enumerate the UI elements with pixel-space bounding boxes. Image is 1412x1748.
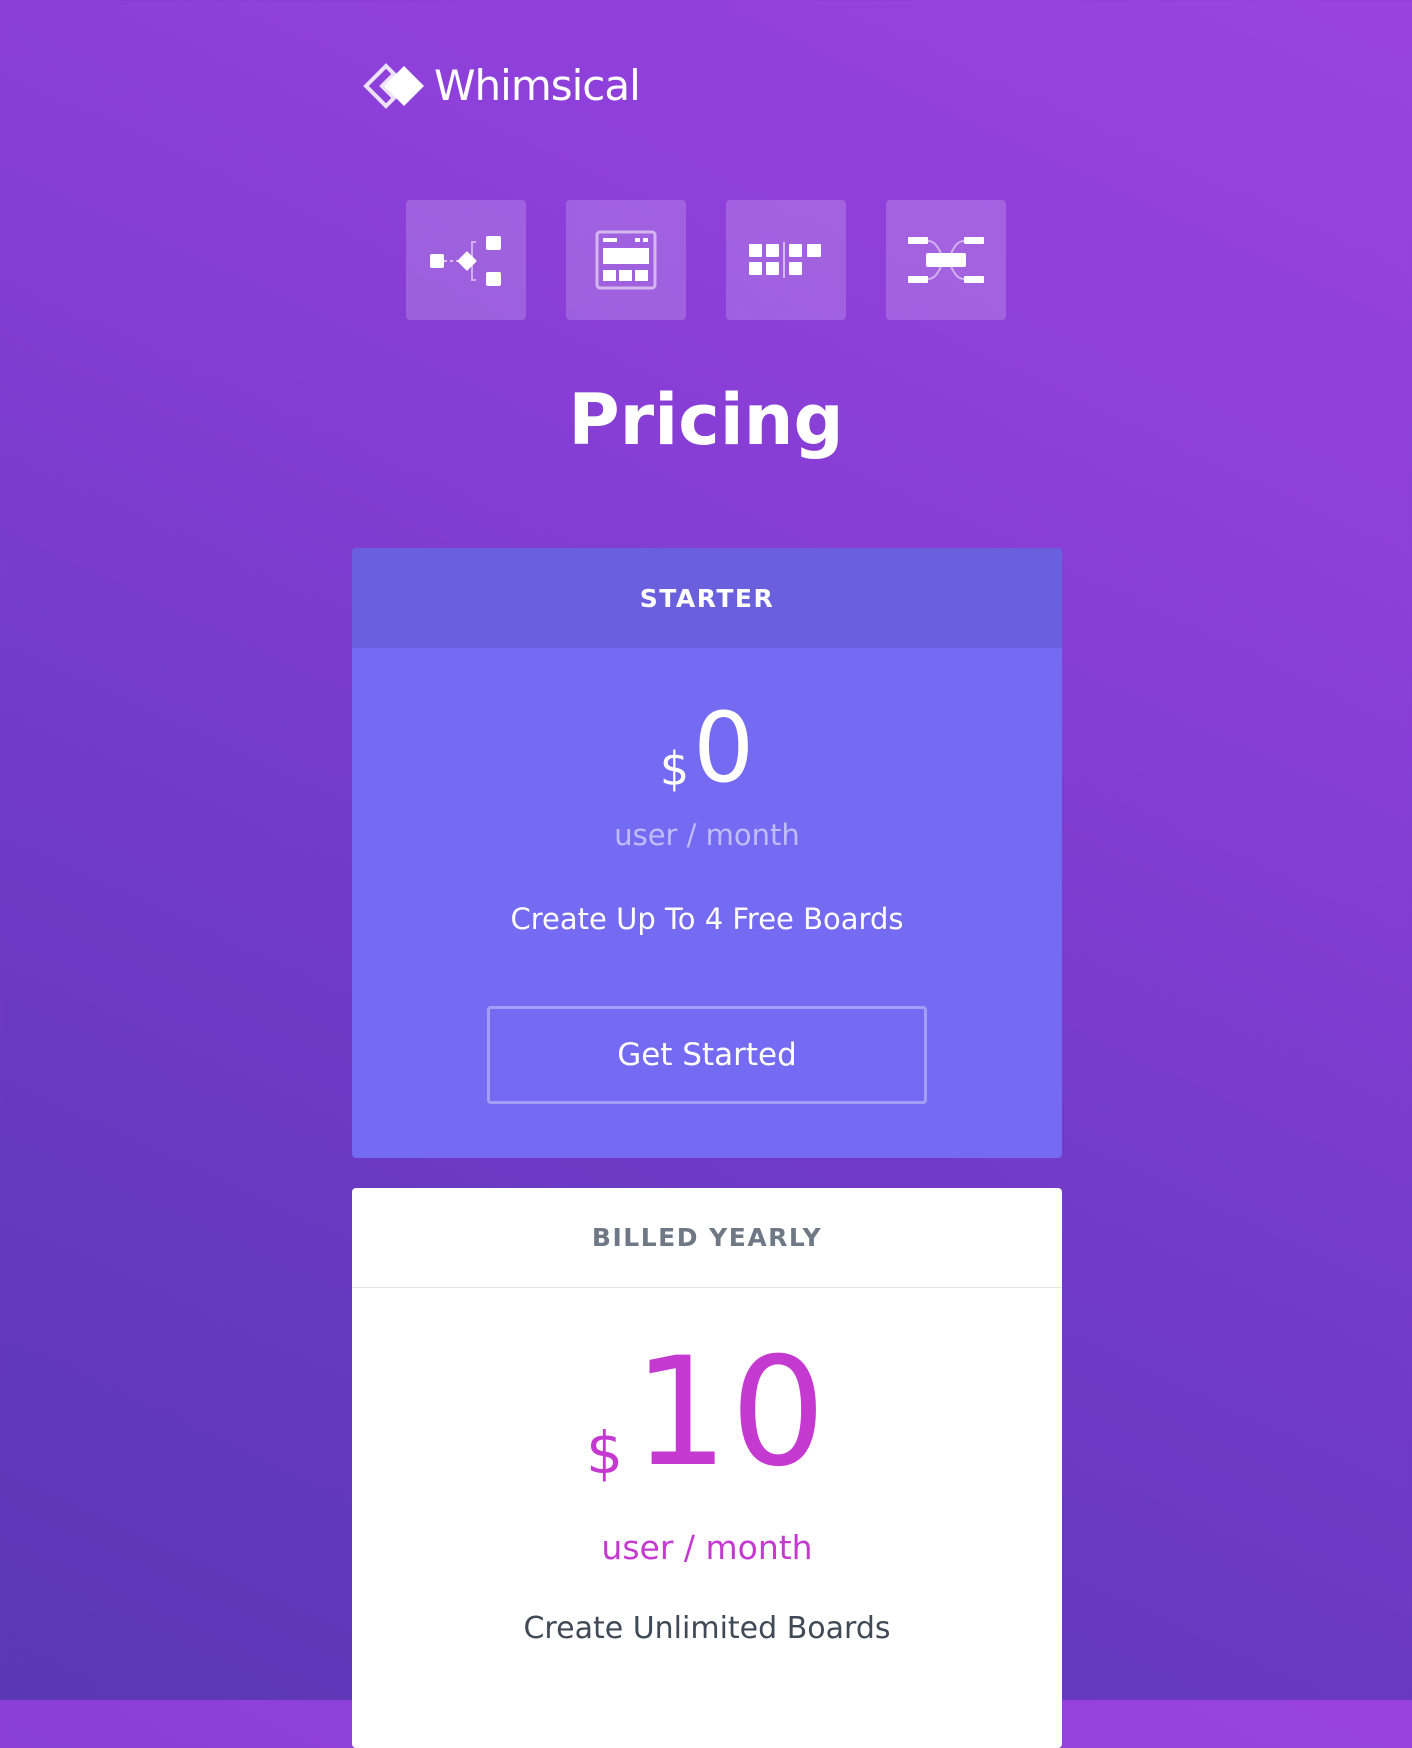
plan-header-yearly: BILLED YEARLY bbox=[352, 1188, 1062, 1288]
currency-symbol: $ bbox=[586, 1419, 624, 1487]
price-amount: 10 bbox=[633, 1326, 828, 1500]
price-amount: 0 bbox=[693, 692, 755, 804]
product-tile-board[interactable] bbox=[726, 200, 846, 320]
page-title: Pricing bbox=[568, 379, 844, 461]
plan-card-yearly: BILLED YEARLY $ 10 user / month Create U… bbox=[352, 1188, 1062, 1748]
product-tile-mindmap[interactable] bbox=[886, 200, 1006, 320]
plan-description: Create Up To 4 Free Boards bbox=[510, 902, 904, 936]
flowchart-icon bbox=[430, 236, 501, 286]
plan-description: Create Unlimited Boards bbox=[523, 1611, 891, 1646]
product-tile-wireframe[interactable] bbox=[566, 200, 686, 320]
board-grid-icon bbox=[749, 242, 821, 278]
price-unit: user / month bbox=[614, 818, 800, 852]
whimsical-logo-icon bbox=[363, 63, 424, 109]
price-unit: user / month bbox=[601, 1528, 813, 1567]
plan-card-starter: STARTER $ 0 user / month Create Up To 4 … bbox=[352, 548, 1062, 1158]
mindmap-icon bbox=[908, 237, 984, 283]
product-tile-flowchart[interactable] bbox=[406, 200, 526, 320]
brand-logo[interactable]: Whimsical bbox=[362, 58, 641, 114]
plan-price-yearly: $ 10 bbox=[352, 1338, 1062, 1488]
currency-symbol: $ bbox=[659, 742, 690, 796]
product-tiles bbox=[406, 200, 1006, 320]
brand-name: Whimsical bbox=[434, 61, 641, 110]
plan-price-starter: $ 0 bbox=[352, 700, 1062, 796]
get-started-button[interactable]: Get Started bbox=[487, 1006, 927, 1104]
wireframe-icon bbox=[595, 230, 657, 290]
plan-header-starter: STARTER bbox=[352, 548, 1062, 648]
